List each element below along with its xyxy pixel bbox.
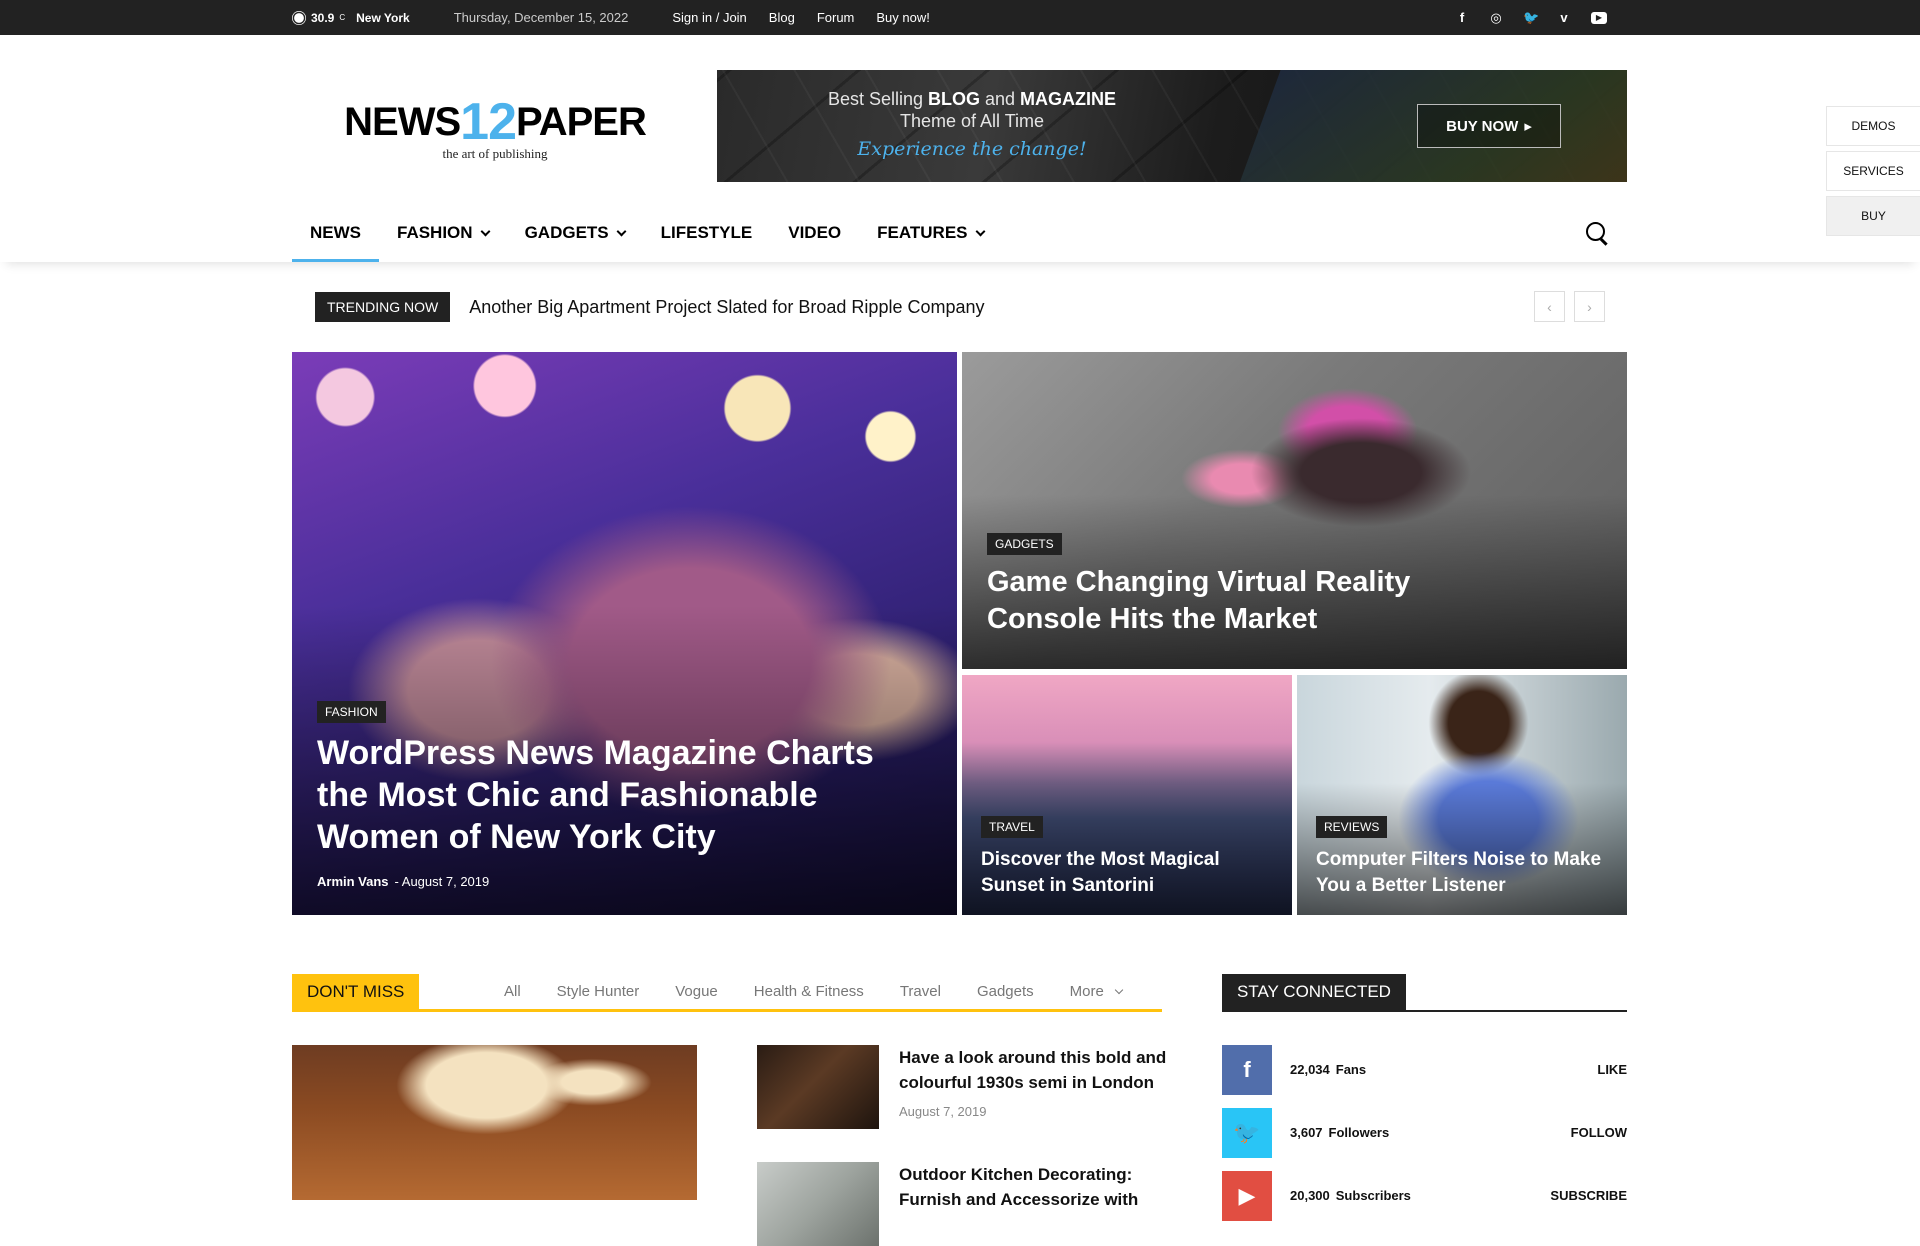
logo-part-news: NEWS bbox=[344, 100, 461, 144]
header-ad-banner[interactable]: Best Selling BLOG and MAGAZINE Theme of … bbox=[717, 70, 1627, 182]
post-meta: Armin Vans - August 7, 2019 bbox=[317, 874, 489, 889]
nav-item-lifestyle[interactable]: LIFESTYLE bbox=[643, 204, 771, 262]
banner-slogan: Experience the change! bbox=[857, 138, 1087, 160]
vimeo-icon[interactable]: v bbox=[1557, 10, 1571, 25]
chevron-down-icon bbox=[975, 226, 985, 236]
stay-connected-header: STAY CONNECTED bbox=[1222, 974, 1627, 1012]
current-date: Thursday, December 15, 2022 bbox=[453, 10, 629, 25]
filter-tab-vogue[interactable]: Vogue bbox=[657, 974, 736, 1009]
post-title[interactable]: Have a look around this bold and colourf… bbox=[899, 1045, 1169, 1095]
follow-button[interactable]: FOLLOW bbox=[1571, 1125, 1627, 1140]
top-bar: 30.9 C New York Thursday, December 15, 2… bbox=[0, 0, 1920, 35]
post-date: August 7, 2019 bbox=[899, 1104, 987, 1119]
social-counter-youtube[interactable]: ▶ 20,300 Subscribers SUBSCRIBE bbox=[1222, 1171, 1627, 1221]
social-counter-facebook[interactable]: f 22,034 Fans LIKE bbox=[1222, 1045, 1627, 1095]
post-title[interactable]: Discover the Most Magical Sunset in Sant… bbox=[981, 847, 1271, 899]
social-counter-twitter[interactable]: 🐦 3,607 Followers FOLLOW bbox=[1222, 1108, 1627, 1158]
nav-item-gadgets[interactable]: GADGETS bbox=[507, 204, 643, 262]
dont-miss-header: DON'T MISS All Style Hunter Vogue Health… bbox=[292, 974, 1162, 1012]
dont-miss-label: DON'T MISS bbox=[292, 974, 420, 1009]
buy-now-link[interactable]: Buy now! bbox=[876, 10, 929, 25]
banner-headline: Best Selling BLOG and MAGAZINE Theme of … bbox=[827, 89, 1117, 131]
youtube-icon[interactable]: ▶ bbox=[1591, 11, 1607, 24]
filter-tab-health-fitness[interactable]: Health & Fitness bbox=[736, 974, 882, 1009]
featured-post-vr[interactable]: GADGETS Game Changing Virtual Reality Co… bbox=[962, 352, 1627, 669]
services-button[interactable]: SERVICES bbox=[1826, 151, 1920, 191]
meta-separator: - bbox=[394, 874, 399, 889]
weather-widget: 30.9 C New York bbox=[292, 11, 410, 25]
twitter-icon[interactable]: 🐦 bbox=[1523, 10, 1539, 26]
logo-number: 12 bbox=[460, 93, 517, 151]
filter-tab-more[interactable]: More bbox=[1052, 974, 1140, 1009]
main-navigation: NEWS FASHION GADGETS LIFESTYLE VIDEO FEA… bbox=[0, 204, 1920, 262]
post-title[interactable]: WordPress News Magazine Charts the Most … bbox=[317, 732, 877, 858]
site-logo[interactable]: NEWS12PAPER the art of publishing bbox=[342, 96, 648, 162]
temperature-unit: C bbox=[339, 13, 346, 22]
logo-tagline: the art of publishing bbox=[442, 146, 548, 161]
filter-tab-style-hunter[interactable]: Style Hunter bbox=[539, 974, 658, 1009]
chevron-down-icon bbox=[480, 226, 491, 236]
search-icon[interactable] bbox=[1586, 222, 1610, 246]
post-date: August 7, 2019 bbox=[401, 874, 490, 889]
social-count: 3,607 Followers bbox=[1290, 1125, 1390, 1140]
facebook-icon[interactable]: f bbox=[1455, 10, 1469, 25]
nav-item-features[interactable]: FEATURES bbox=[859, 204, 1001, 262]
chevron-left-icon[interactable]: ‹ bbox=[1534, 291, 1565, 322]
social-count: 22,034 Fans bbox=[1290, 1062, 1367, 1077]
nav-item-fashion[interactable]: FASHION bbox=[379, 204, 507, 262]
post-thumbnail[interactable] bbox=[757, 1162, 879, 1246]
featured-post-santorini[interactable]: TRAVEL Discover the Most Magical Sunset … bbox=[962, 675, 1292, 915]
post-thumbnail[interactable] bbox=[757, 1045, 879, 1129]
filter-tab-travel[interactable]: Travel bbox=[882, 974, 959, 1009]
filter-tab-all[interactable]: All bbox=[486, 974, 539, 1009]
post-title[interactable]: Computer Filters Noise to Make You a Bet… bbox=[1316, 847, 1616, 899]
forum-link[interactable]: Forum bbox=[817, 10, 855, 25]
nav-item-news[interactable]: NEWS bbox=[292, 204, 379, 262]
sun-icon bbox=[294, 12, 304, 23]
category-badge[interactable]: FASHION bbox=[317, 701, 386, 723]
stay-connected-label: STAY CONNECTED bbox=[1222, 974, 1406, 1010]
category-badge[interactable]: GADGETS bbox=[987, 533, 1062, 555]
category-badge[interactable]: TRAVEL bbox=[981, 816, 1043, 838]
chevron-right-icon[interactable]: › bbox=[1574, 291, 1605, 322]
instagram-icon[interactable]: ◎ bbox=[1489, 10, 1503, 26]
post-title[interactable]: Outdoor Kitchen Decorating: Furnish and … bbox=[899, 1162, 1169, 1212]
twitter-icon[interactable]: 🐦 bbox=[1222, 1108, 1272, 1158]
temperature: 30.9 bbox=[311, 10, 335, 25]
ticker-arrows: ‹ › bbox=[1534, 291, 1605, 322]
youtube-icon[interactable]: ▶ bbox=[1222, 1171, 1272, 1221]
nav-item-video[interactable]: VIDEO bbox=[770, 204, 859, 262]
blog-link[interactable]: Blog bbox=[769, 10, 795, 25]
facebook-icon[interactable]: f bbox=[1222, 1045, 1272, 1095]
chevron-down-icon bbox=[616, 226, 627, 236]
dont-miss-lead-image[interactable] bbox=[292, 1045, 697, 1200]
chevron-down-icon bbox=[1114, 985, 1124, 995]
social-count: 20,300 Subscribers bbox=[1290, 1188, 1411, 1203]
featured-post-large[interactable]: FASHION WordPress News Magazine Charts t… bbox=[292, 352, 957, 915]
weather-city: New York bbox=[356, 10, 410, 25]
demos-button[interactable]: DEMOS bbox=[1826, 106, 1920, 146]
caret-right-icon: ▸ bbox=[1524, 118, 1532, 135]
banner-buy-now-button[interactable]: BUY NOW ▸ bbox=[1417, 104, 1561, 148]
trending-headline[interactable]: Another Big Apartment Project Slated for… bbox=[469, 297, 984, 318]
post-author[interactable]: Armin Vans bbox=[317, 874, 389, 889]
like-button[interactable]: LIKE bbox=[1597, 1062, 1627, 1077]
category-badge[interactable]: REVIEWS bbox=[1316, 816, 1388, 838]
trending-label: TRENDING NOW bbox=[315, 292, 451, 322]
subscribe-button[interactable]: SUBSCRIBE bbox=[1550, 1188, 1627, 1203]
logo-part-paper: PAPER bbox=[516, 100, 647, 144]
featured-post-reviews[interactable]: REVIEWS Computer Filters Noise to Make Y… bbox=[1297, 675, 1627, 915]
filter-tab-gadgets[interactable]: Gadgets bbox=[959, 974, 1052, 1009]
trending-ticker: TRENDING NOW Another Big Apartment Proje… bbox=[315, 292, 985, 322]
sign-in-link[interactable]: Sign in / Join bbox=[672, 10, 746, 25]
post-title[interactable]: Game Changing Virtual Reality Console Hi… bbox=[987, 564, 1447, 638]
